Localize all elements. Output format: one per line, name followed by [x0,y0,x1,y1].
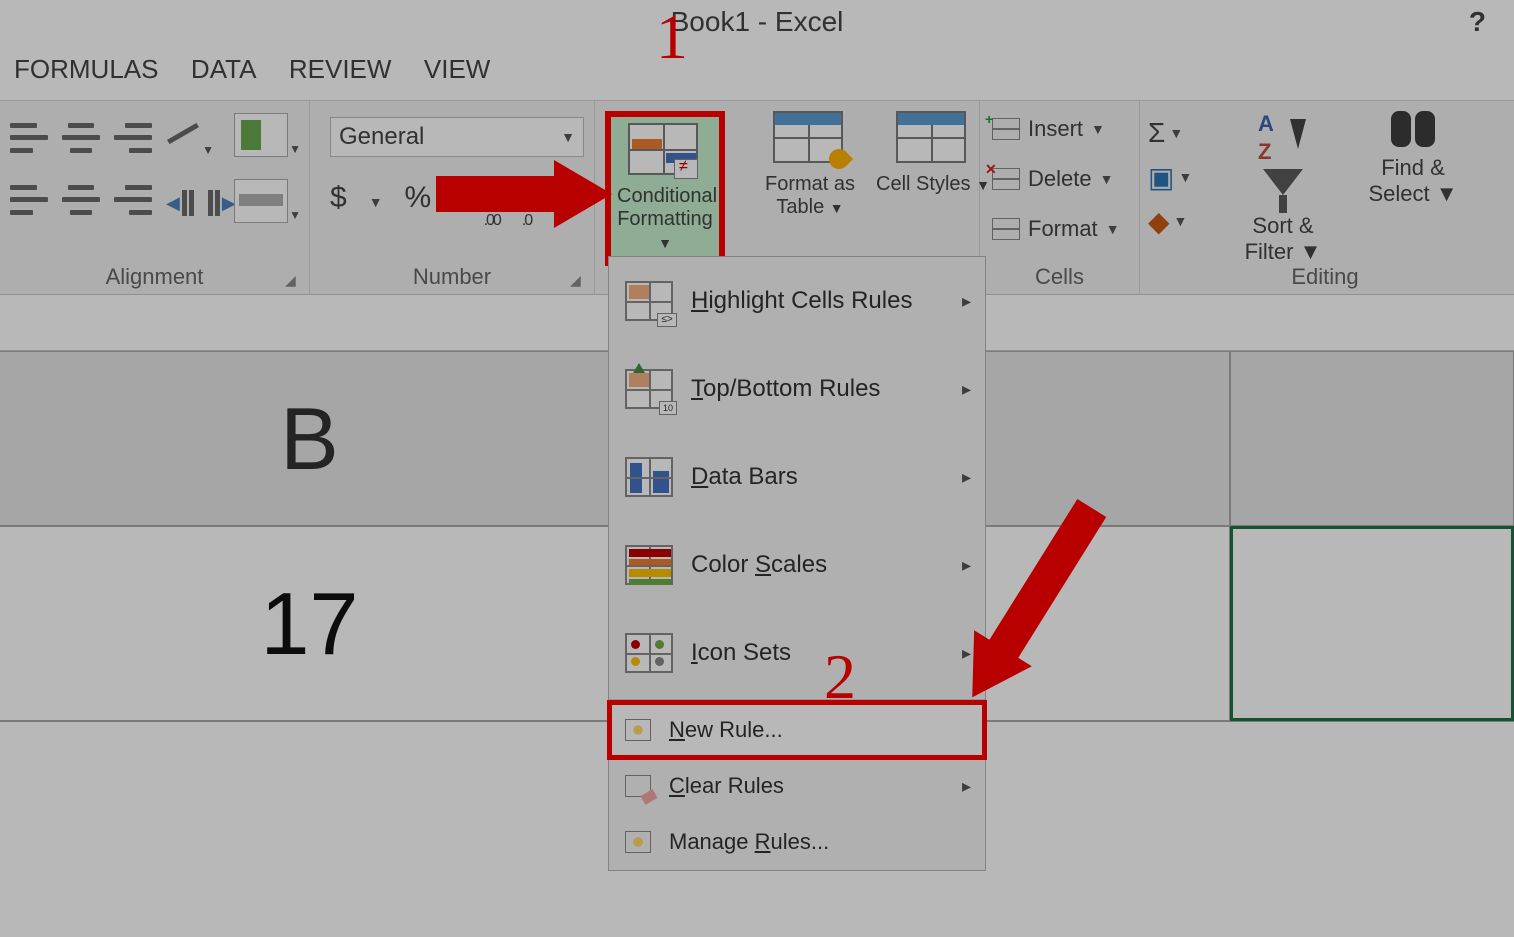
alignment-dialog-launcher-icon[interactable]: ◢ [285,272,301,288]
conditional-formatting-button[interactable]: Conditional Formatting ▼ [605,111,725,266]
conditional-formatting-menu: ≤> Highlight Cells Rules▸ 10 Top/Bottom … [608,256,986,871]
data-bars-icon [625,457,673,497]
window-title: Book1 - Excel [0,6,1514,38]
clear-rules-icon [625,775,651,797]
group-label-cells: Cells [980,264,1139,290]
orientation-button[interactable]: ▼ [160,111,210,161]
format-as-table-button[interactable]: Format as Table ▼ [750,111,870,219]
cell-d1-selected[interactable] [1230,526,1514,721]
cell-b1[interactable]: 17 [0,526,620,721]
annotation-2: 2 [824,640,856,714]
sort-filter-button[interactable]: AZ Sort & Filter ▼ [1228,111,1338,265]
decrease-indent-icon[interactable]: ◀ [166,181,194,225]
new-rule-icon [625,719,651,741]
insert-label: Insert [1028,116,1083,142]
ribbon-tabs: FORMULAS DATA REVIEW VIEW [0,48,1514,96]
fill-button[interactable]: ▣▼ [1148,155,1202,199]
title-bar: Book1 - Excel ? [0,0,1514,48]
color-scales-icon [625,545,673,585]
annotation-1: 1 [656,0,688,74]
tab-view[interactable]: VIEW [424,54,490,85]
menu-highlight-cells-rules[interactable]: ≤> Highlight Cells Rules▸ [609,257,985,345]
align-left-icon[interactable] [10,181,48,219]
annotation-arrow-1 [436,160,612,228]
number-format-dropdown[interactable]: General ▼ [330,117,584,157]
clear-button[interactable]: ◆▼ [1148,199,1202,243]
menu-clear-rules[interactable]: Clear Rules▸ [609,758,985,814]
column-header-b[interactable]: B [0,351,620,526]
delete-label: Delete [1028,166,1092,192]
percent-button[interactable]: % [405,181,432,215]
help-icon[interactable]: ? [1469,6,1486,38]
align-center-icon[interactable] [62,181,100,219]
wrap-text-button[interactable]: ▼ [234,113,288,157]
icon-sets-icon [625,633,673,673]
column-header-d[interactable] [1230,351,1514,526]
group-cells: + Insert▼ ✕ Delete▼ Format▼ Cells [980,101,1140,296]
top-bottom-icon: 10 [625,369,673,409]
menu-icon-sets[interactable]: Icon Sets▸ [609,609,985,697]
insert-cells-button[interactable]: + Insert▼ [992,109,1105,149]
cell-styles-button[interactable]: Cell Styles ▼ [873,111,993,196]
group-editing: Σ▼ ▣▼ ◆▼ AZ Sort & Filter ▼ Find & Selec… [1140,101,1510,296]
increase-indent-icon[interactable]: ▶ [208,181,236,225]
menu-manage-rules[interactable]: Manage Rules... [609,814,985,870]
group-alignment: ▼ ▼ ◀ ▶ ▼ Alignment ◢ [0,101,310,296]
menu-color-scales[interactable]: Color Scales▸ [609,521,985,609]
number-format-value: General [339,123,424,151]
number-dialog-launcher-icon[interactable]: ◢ [570,272,586,288]
cell-styles-label: Cell Styles [876,173,970,195]
conditional-formatting-label: Conditional Formatting [617,185,717,230]
format-label: Format [1028,216,1098,242]
accounting-button[interactable]: $ [330,181,347,215]
tab-data[interactable]: DATA [191,54,256,85]
group-label-editing: Editing [1140,264,1510,290]
align-right-icon[interactable] [114,181,152,219]
highlight-cells-icon: ≤> [625,281,673,321]
align-top-icon[interactable] [10,119,48,157]
manage-rules-icon [625,831,651,853]
tab-review[interactable]: REVIEW [289,54,392,85]
group-label-number: Number [310,264,594,290]
menu-data-bars[interactable]: Data Bars▸ [609,433,985,521]
menu-top-bottom-rules[interactable]: 10 Top/Bottom Rules▸ [609,345,985,433]
group-label-alignment: Alignment [0,264,309,290]
align-middle-icon[interactable] [62,119,100,157]
tab-formulas[interactable]: FORMULAS [14,54,158,85]
delete-cells-button[interactable]: ✕ Delete▼ [992,159,1113,199]
find-select-button[interactable]: Find & Select ▼ [1358,111,1468,207]
autosum-button[interactable]: Σ▼ [1148,111,1202,155]
menu-new-rule[interactable]: New Rule... [609,702,985,758]
merge-center-button[interactable]: ▼ [234,179,288,223]
find-select-label: Find & Select [1368,155,1444,206]
format-cells-button[interactable]: Format▼ [992,209,1120,249]
align-bottom-icon[interactable] [114,119,152,157]
